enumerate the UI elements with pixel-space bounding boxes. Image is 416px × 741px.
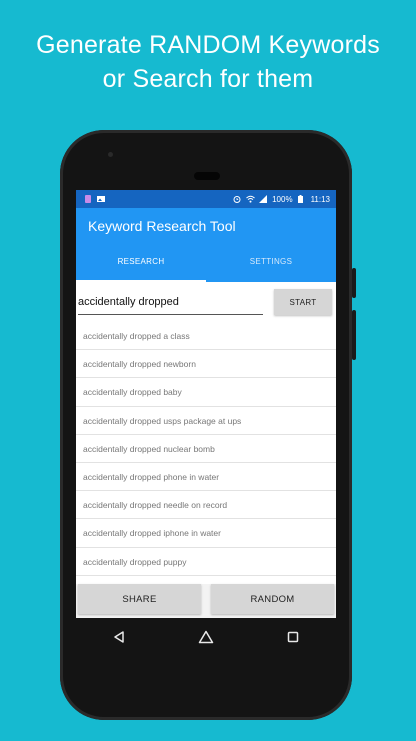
- phone-frame: 100% 11:13 Keyword Research Tool RESEARC…: [60, 130, 352, 720]
- status-bar: 100% 11:13: [76, 190, 336, 208]
- back-icon[interactable]: [107, 625, 131, 649]
- home-icon[interactable]: [194, 625, 218, 649]
- list-item[interactable]: accidentally dropped puppy: [76, 548, 336, 576]
- headline-line-1: Generate RANDOM Keywords: [36, 31, 380, 59]
- tab-bar: RESEARCH SETTINGS: [76, 244, 336, 282]
- app-title: Keyword Research Tool: [88, 218, 236, 234]
- recents-icon[interactable]: [281, 625, 305, 649]
- earpiece-speaker: [194, 172, 220, 180]
- keyword-results-list: accidentally dropped a class accidentall…: [76, 322, 336, 590]
- list-item[interactable]: accidentally dropped a class: [76, 322, 336, 351]
- volume-button: [352, 268, 356, 298]
- power-button: [352, 310, 356, 360]
- promo-headline: Generate RANDOM Keywords or Search for t…: [0, 28, 416, 96]
- tab-settings[interactable]: SETTINGS: [206, 244, 336, 282]
- search-row: START: [76, 282, 336, 322]
- app-bar: Keyword Research Tool: [76, 208, 336, 244]
- battery-icon: [297, 195, 306, 203]
- share-button[interactable]: SHARE: [78, 584, 201, 614]
- list-item[interactable]: accidentally dropped iphone in water: [76, 519, 336, 548]
- android-nav-bar: [76, 618, 336, 656]
- tab-research[interactable]: RESEARCH: [76, 244, 206, 282]
- status-time: 11:13: [310, 194, 330, 204]
- keyword-search-input[interactable]: [78, 289, 263, 315]
- front-camera: [108, 152, 113, 157]
- list-item[interactable]: accidentally dropped needle on record: [76, 491, 336, 520]
- list-item[interactable]: accidentally dropped nuclear bomb: [76, 435, 336, 463]
- bottom-action-bar: SHARE RANDOM: [76, 584, 336, 618]
- app-screen: 100% 11:13 Keyword Research Tool RESEARC…: [76, 190, 336, 618]
- image-notification-icon: [97, 195, 105, 203]
- random-button[interactable]: RANDOM: [211, 584, 334, 614]
- list-item[interactable]: accidentally dropped phone in water: [76, 463, 336, 492]
- signal-icon: [259, 195, 268, 203]
- list-item[interactable]: accidentally dropped newborn: [76, 350, 336, 379]
- list-item[interactable]: accidentally dropped usps package at ups: [76, 407, 336, 435]
- battery-percent: 100%: [272, 194, 293, 204]
- alarm-icon: [233, 195, 241, 203]
- headline-line-2: or Search for them: [102, 65, 314, 93]
- app-notification-icon: [84, 195, 92, 203]
- list-item[interactable]: accidentally dropped baby: [76, 378, 336, 407]
- wifi-icon: [246, 195, 255, 203]
- start-button[interactable]: START: [274, 289, 332, 315]
